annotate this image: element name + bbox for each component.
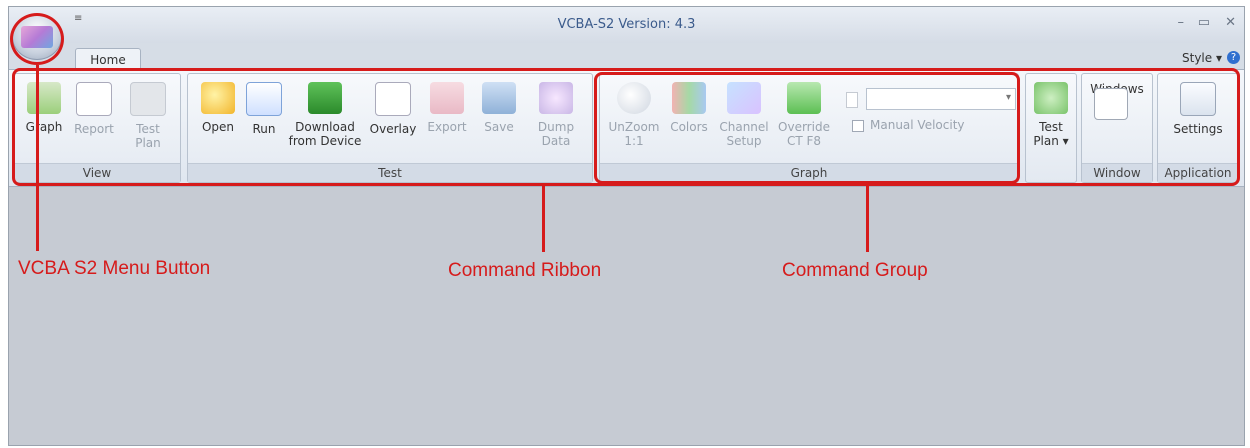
menu-callout-line [36,65,39,251]
window-title: VCBA-S2 Version: 4.3 [557,17,696,32]
help-icon[interactable]: ? [1227,51,1240,64]
close-button[interactable]: ✕ [1225,15,1236,30]
callout-menu-button: VCBA S2 Menu Button [18,258,211,279]
menu-button-highlight [10,13,64,65]
group-callout-line [866,184,869,252]
maximize-button[interactable]: ▭ [1198,15,1210,30]
minimize-button[interactable]: – [1178,15,1185,30]
ribbon-callout-line [542,186,545,252]
callout-ribbon: Command Ribbon [448,260,602,281]
callout-group: Command Group [782,260,928,281]
tab-row [9,43,1244,69]
style-menu[interactable]: Style ▾ [1182,51,1222,65]
title-bar: ≡ VCBA-S2 Version: 4.3 – ▭ ✕ [9,7,1244,43]
group-highlight [594,72,1020,184]
